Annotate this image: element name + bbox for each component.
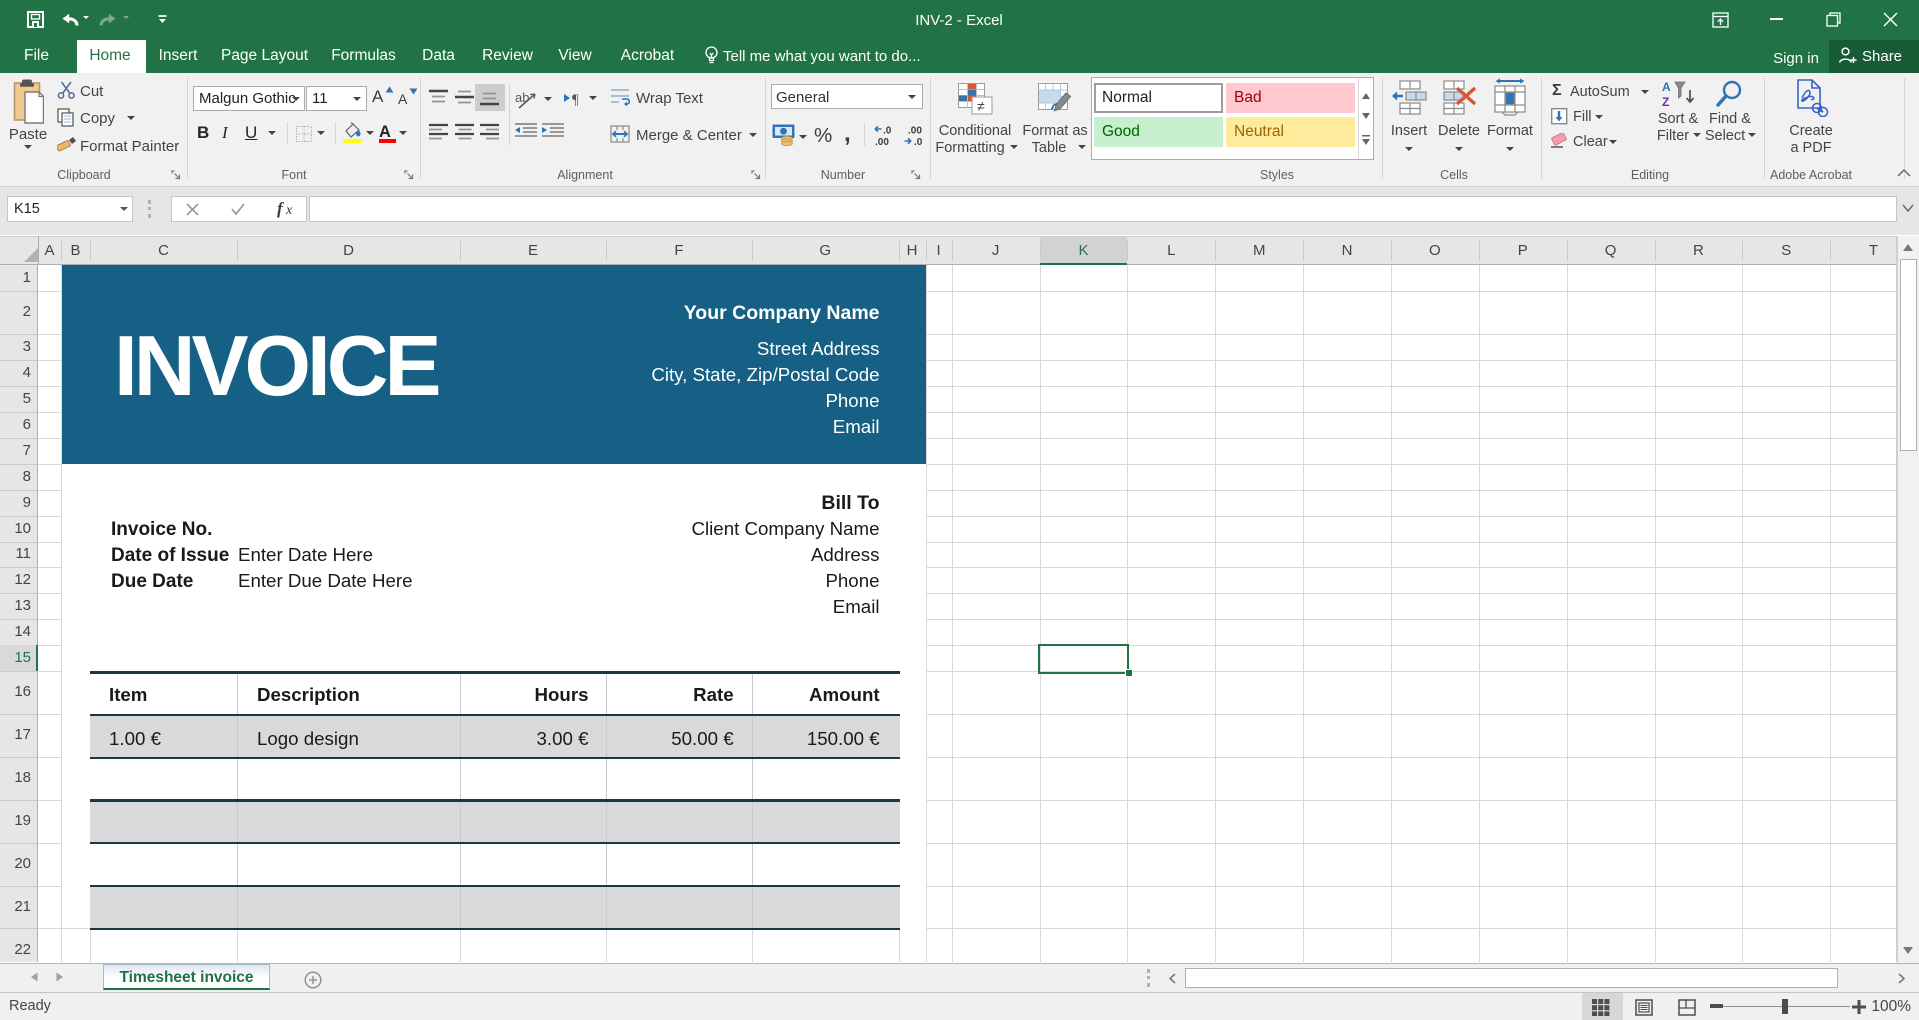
svg-text:¶: ¶	[572, 92, 579, 106]
svg-text:ab: ab	[515, 90, 529, 105]
svg-text:Z: Z	[1662, 95, 1669, 108]
svg-text:≠: ≠	[977, 98, 985, 114]
svg-text:.00: .00	[875, 137, 889, 146]
svg-text:Σ: Σ	[1552, 82, 1562, 97]
svg-text:A: A	[1662, 80, 1671, 94]
svg-text:.0: .0	[883, 126, 892, 137]
svg-text:.0: .0	[914, 137, 923, 146]
svg-text:.00: .00	[908, 126, 922, 137]
